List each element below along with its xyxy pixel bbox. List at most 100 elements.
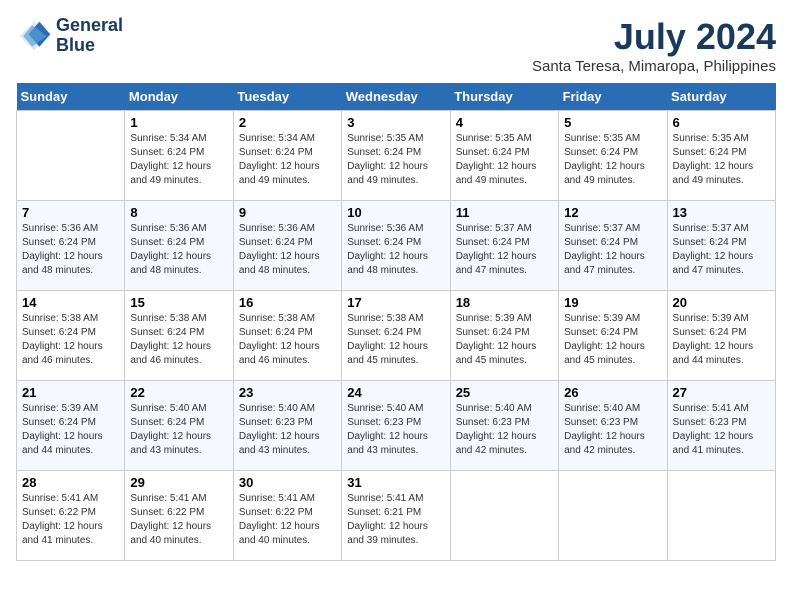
cell-info: Sunrise: 5:39 AM Sunset: 6:24 PM Dayligh… — [456, 312, 553, 368]
calendar-cell: 27 Sunrise: 5:41 AM Sunset: 6:23 PM Dayli… — [667, 381, 775, 471]
calendar-cell: 2 Sunrise: 5:34 AM Sunset: 6:24 PM Daylig… — [233, 111, 341, 201]
calendar-cell: 19 Sunrise: 5:39 AM Sunset: 6:24 PM Dayli… — [559, 291, 667, 381]
cell-info: Sunrise: 5:37 AM Sunset: 6:24 PM Dayligh… — [564, 222, 661, 278]
calendar-cell: 1 Sunrise: 5:34 AM Sunset: 6:24 PM Daylig… — [125, 111, 233, 201]
calendar-week-4: 21Sunrise: 5:39 AM Sunset: 6:24 PM Dayli… — [17, 381, 776, 471]
calendar-cell: 5Sunrise: 5:35 AM Sunset: 6:24 PM Daylig… — [559, 111, 667, 201]
cell-info: Sunrise: 5:41 AM Sunset: 6:21 PM Dayligh… — [347, 492, 444, 548]
calendar-cell: 11Sunrise: 5:37 AM Sunset: 6:24 PM Dayli… — [450, 201, 558, 291]
day-header-thursday: Thursday — [450, 83, 558, 111]
calendar-table: SundayMondayTuesdayWednesdayThursdayFrid… — [16, 83, 776, 561]
calendar-cell: 26 Sunrise: 5:40 AM Sunset: 6:23 PM Dayli… — [559, 381, 667, 471]
day-number: 11 — [456, 205, 553, 220]
day-number: 6 — [673, 115, 770, 130]
cell-info: Sunrise: 5:34 AM Sunset: 6:24 PM Dayligh… — [239, 132, 336, 188]
calendar-cell: 16 Sunrise: 5:38 AM Sunset: 6:24 PM Dayli… — [233, 291, 341, 381]
calendar-cell: 17 Sunrise: 5:38 AM Sunset: 6:24 PM Dayli… — [342, 291, 450, 381]
day-number: 24 — [347, 385, 444, 400]
day-number: 20 — [673, 295, 770, 310]
calendar-cell: 31 Sunrise: 5:41 AM Sunset: 6:21 PM Dayli… — [342, 471, 450, 561]
logo-text: General Blue — [56, 16, 123, 56]
day-number: 22 — [130, 385, 227, 400]
calendar-cell: 20 Sunrise: 5:39 AM Sunset: 6:24 PM Dayli… — [667, 291, 775, 381]
calendar-cell: 28 Sunrise: 5:41 AM Sunset: 6:22 PM Dayli… — [17, 471, 125, 561]
day-number: 8 — [130, 205, 227, 220]
cell-info: Sunrise: 5:40 AM Sunset: 6:23 PM Dayligh… — [564, 402, 661, 458]
cell-info: Sunrise: 5:37 AM Sunset: 6:24 PM Dayligh… — [673, 222, 770, 278]
calendar-cell — [559, 471, 667, 561]
cell-info: Sunrise: 5:40 AM Sunset: 6:23 PM Dayligh… — [239, 402, 336, 458]
cell-info: Sunrise: 5:36 AM Sunset: 6:24 PM Dayligh… — [130, 222, 227, 278]
calendar-cell: 15 Sunrise: 5:38 AM Sunset: 6:24 PM Dayli… — [125, 291, 233, 381]
logo: General Blue — [16, 16, 123, 56]
days-header-row: SundayMondayTuesdayWednesdayThursdayFrid… — [17, 83, 776, 111]
cell-info: Sunrise: 5:40 AM Sunset: 6:24 PM Dayligh… — [130, 402, 227, 458]
cell-info: Sunrise: 5:39 AM Sunset: 6:24 PM Dayligh… — [564, 312, 661, 368]
day-header-monday: Monday — [125, 83, 233, 111]
day-number: 10 — [347, 205, 444, 220]
calendar-cell: 25 Sunrise: 5:40 AM Sunset: 6:23 PM Dayli… — [450, 381, 558, 471]
day-number: 28 — [22, 475, 119, 490]
day-number: 29 — [130, 475, 227, 490]
cell-info: Sunrise: 5:41 AM Sunset: 6:22 PM Dayligh… — [130, 492, 227, 548]
cell-info: Sunrise: 5:38 AM Sunset: 6:24 PM Dayligh… — [130, 312, 227, 368]
day-number: 1 — [130, 115, 227, 130]
cell-info: Sunrise: 5:40 AM Sunset: 6:23 PM Dayligh… — [347, 402, 444, 458]
cell-info: Sunrise: 5:35 AM Sunset: 6:24 PM Dayligh… — [347, 132, 444, 188]
cell-info: Sunrise: 5:36 AM Sunset: 6:24 PM Dayligh… — [239, 222, 336, 278]
day-number: 4 — [456, 115, 553, 130]
day-number: 18 — [456, 295, 553, 310]
calendar-cell: 13 Sunrise: 5:37 AM Sunset: 6:24 PM Dayli… — [667, 201, 775, 291]
month-year-title: July 2024 — [532, 16, 776, 58]
calendar-cell — [17, 111, 125, 201]
cell-info: Sunrise: 5:39 AM Sunset: 6:24 PM Dayligh… — [673, 312, 770, 368]
day-number: 26 — [564, 385, 661, 400]
calendar-week-3: 14Sunrise: 5:38 AM Sunset: 6:24 PM Dayli… — [17, 291, 776, 381]
day-number: 9 — [239, 205, 336, 220]
calendar-cell: 22 Sunrise: 5:40 AM Sunset: 6:24 PM Dayli… — [125, 381, 233, 471]
day-number: 13 — [673, 205, 770, 220]
day-number: 15 — [130, 295, 227, 310]
calendar-cell: 7Sunrise: 5:36 AM Sunset: 6:24 PM Daylig… — [17, 201, 125, 291]
cell-info: Sunrise: 5:41 AM Sunset: 6:22 PM Dayligh… — [239, 492, 336, 548]
title-section: July 2024 Santa Teresa, Mimaropa, Philip… — [532, 16, 776, 75]
calendar-cell: 4 Sunrise: 5:35 AM Sunset: 6:24 PM Daylig… — [450, 111, 558, 201]
day-header-wednesday: Wednesday — [342, 83, 450, 111]
day-number: 19 — [564, 295, 661, 310]
calendar-cell: 18 Sunrise: 5:39 AM Sunset: 6:24 PM Dayli… — [450, 291, 558, 381]
day-number: 16 — [239, 295, 336, 310]
cell-info: Sunrise: 5:35 AM Sunset: 6:24 PM Dayligh… — [456, 132, 553, 188]
day-number: 31 — [347, 475, 444, 490]
logo-icon — [16, 18, 52, 54]
calendar-cell: 23 Sunrise: 5:40 AM Sunset: 6:23 PM Dayli… — [233, 381, 341, 471]
calendar-week-5: 28 Sunrise: 5:41 AM Sunset: 6:22 PM Dayli… — [17, 471, 776, 561]
cell-info: Sunrise: 5:40 AM Sunset: 6:23 PM Dayligh… — [456, 402, 553, 458]
day-number: 3 — [347, 115, 444, 130]
cell-info: Sunrise: 5:34 AM Sunset: 6:24 PM Dayligh… — [130, 132, 227, 188]
cell-info: Sunrise: 5:39 AM Sunset: 6:24 PM Dayligh… — [22, 402, 119, 458]
location-subtitle: Santa Teresa, Mimaropa, Philippines — [532, 58, 776, 75]
day-number: 7 — [22, 205, 119, 220]
cell-info: Sunrise: 5:35 AM Sunset: 6:24 PM Dayligh… — [673, 132, 770, 188]
page-header: General Blue July 2024 Santa Teresa, Mim… — [16, 16, 776, 75]
cell-info: Sunrise: 5:38 AM Sunset: 6:24 PM Dayligh… — [347, 312, 444, 368]
day-number: 2 — [239, 115, 336, 130]
day-number: 12 — [564, 205, 661, 220]
calendar-cell — [667, 471, 775, 561]
day-number: 27 — [673, 385, 770, 400]
calendar-cell: 3 Sunrise: 5:35 AM Sunset: 6:24 PM Daylig… — [342, 111, 450, 201]
cell-info: Sunrise: 5:38 AM Sunset: 6:24 PM Dayligh… — [239, 312, 336, 368]
calendar-cell: 29 Sunrise: 5:41 AM Sunset: 6:22 PM Dayli… — [125, 471, 233, 561]
day-header-saturday: Saturday — [667, 83, 775, 111]
day-number: 5 — [564, 115, 661, 130]
calendar-cell: 21Sunrise: 5:39 AM Sunset: 6:24 PM Dayli… — [17, 381, 125, 471]
day-number: 25 — [456, 385, 553, 400]
cell-info: Sunrise: 5:41 AM Sunset: 6:23 PM Dayligh… — [673, 402, 770, 458]
calendar-cell: 12 Sunrise: 5:37 AM Sunset: 6:24 PM Dayli… — [559, 201, 667, 291]
day-header-friday: Friday — [559, 83, 667, 111]
day-number: 23 — [239, 385, 336, 400]
calendar-cell: 8 Sunrise: 5:36 AM Sunset: 6:24 PM Daylig… — [125, 201, 233, 291]
day-header-tuesday: Tuesday — [233, 83, 341, 111]
cell-info: Sunrise: 5:41 AM Sunset: 6:22 PM Dayligh… — [22, 492, 119, 548]
day-number: 17 — [347, 295, 444, 310]
